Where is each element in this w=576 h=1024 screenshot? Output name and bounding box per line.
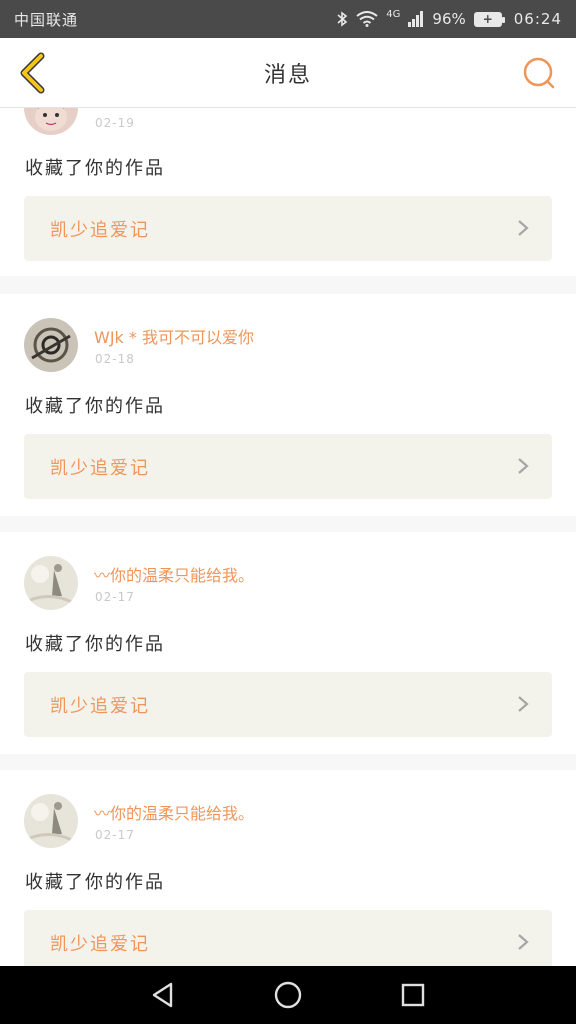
system-nav-bar <box>0 966 576 1024</box>
back-button[interactable] <box>12 52 52 94</box>
battery-icon: + <box>473 11 505 27</box>
triangle-back-icon <box>152 982 172 1008</box>
message-action: 收藏了你的作品 <box>25 634 165 655</box>
message-date: 02-19 <box>95 116 135 130</box>
work-link[interactable]: 凯少追爱记 <box>24 672 552 737</box>
message-username[interactable]: 〰你的温柔只能给我。 <box>94 562 254 586</box>
avatar[interactable] <box>24 794 78 848</box>
bluetooth-icon <box>336 10 348 28</box>
avatar[interactable] <box>24 108 78 135</box>
work-title: 凯少追爱记 <box>50 933 150 955</box>
signal-icon <box>408 11 424 27</box>
chevron-right-icon <box>518 934 529 950</box>
clock: 06:24 <box>513 10 562 28</box>
work-title: 凯少追爱记 <box>50 457 150 479</box>
page-title: 消息 <box>263 62 312 88</box>
search-button[interactable] <box>520 54 558 92</box>
nav-recents-button[interactable] <box>393 975 433 1015</box>
search-icon <box>523 57 555 89</box>
list-item: WJk * 我可不可以爱你 02-18 收藏了你的作品 凯少追爱记 <box>0 294 576 516</box>
message-date: 02-17 <box>95 590 135 604</box>
circle-home-icon <box>274 981 302 1009</box>
nav-back-button[interactable] <box>143 975 183 1015</box>
list-item: 02-19 收藏了你的作品 凯少追爱记 <box>0 108 576 276</box>
square-recents-icon <box>402 983 425 1007</box>
status-bar: 中国联通 4G 96% + 06:24 <box>0 0 576 38</box>
wifi-icon <box>356 11 378 27</box>
list-item: 〰你的温柔只能给我。 02-17 收藏了你的作品 凯少追爱记 <box>0 770 576 966</box>
status-icons: 4G 96% + 06:24 <box>336 8 562 28</box>
message-date: 02-17 <box>95 828 135 842</box>
network-type: 4G <box>386 8 401 20</box>
chevron-right-icon <box>518 696 529 712</box>
message-action: 收藏了你的作品 <box>25 872 165 893</box>
app-header: 消息 <box>0 38 576 108</box>
chevron-right-icon <box>518 458 529 474</box>
message-action: 收藏了你的作品 <box>25 158 165 179</box>
battery-percent: 96% <box>432 10 466 28</box>
chevron-left-icon <box>20 52 45 94</box>
message-date: 02-18 <box>95 352 135 366</box>
message-list[interactable]: 02-19 收藏了你的作品 凯少追爱记 WJk * 我可不可以爱你 02-18 … <box>0 108 576 966</box>
carrier-label: 中国联通 <box>14 10 79 29</box>
avatar[interactable] <box>24 556 78 610</box>
message-username[interactable]: WJk * 我可不可以爱你 <box>94 324 254 348</box>
nav-home-button[interactable] <box>268 975 308 1015</box>
work-link[interactable]: 凯少追爱记 <box>24 910 552 966</box>
chevron-right-icon <box>518 220 529 236</box>
work-link[interactable]: 凯少追爱记 <box>24 196 552 261</box>
work-title: 凯少追爱记 <box>50 219 150 241</box>
message-username[interactable]: 〰你的温柔只能给我。 <box>94 800 254 824</box>
list-item: 〰你的温柔只能给我。 02-17 收藏了你的作品 凯少追爱记 <box>0 532 576 754</box>
message-action: 收藏了你的作品 <box>25 396 165 417</box>
work-title: 凯少追爱记 <box>50 695 150 717</box>
avatar[interactable] <box>24 318 78 372</box>
work-link[interactable]: 凯少追爱记 <box>24 434 552 499</box>
